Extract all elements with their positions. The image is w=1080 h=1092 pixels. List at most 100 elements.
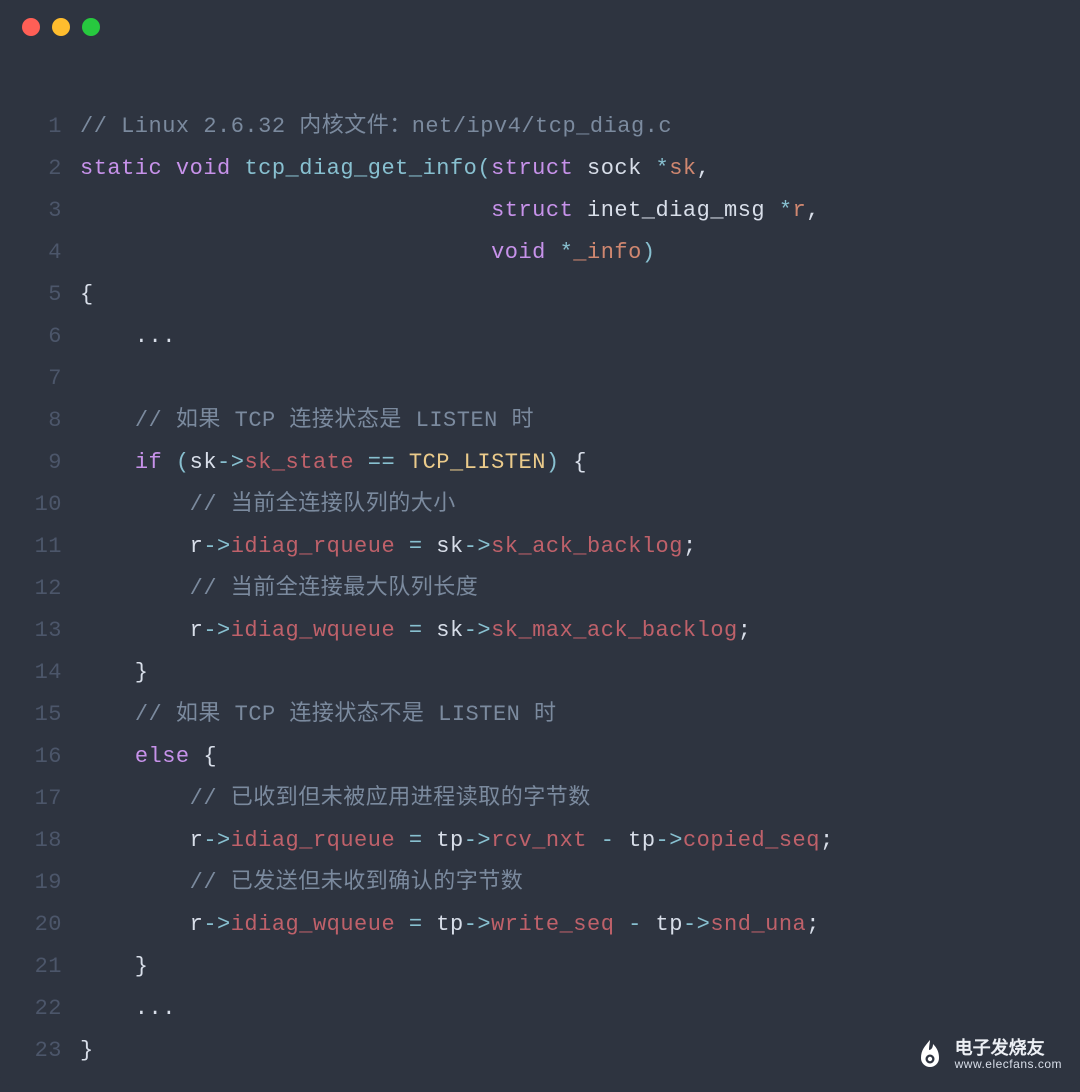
token: rcv_nxt xyxy=(491,828,587,853)
code-content: r->idiag_rqueue = tp->rcv_nxt - tp->copi… xyxy=(80,820,1060,862)
code-line: 9 if (sk->sk_state == TCP_LISTEN) { xyxy=(20,442,1060,484)
line-number: 11 xyxy=(20,526,62,568)
token: r xyxy=(190,618,204,643)
token: TCP_LISTEN xyxy=(409,450,546,475)
code-line: 13 r->idiag_wqueue = sk->sk_max_ack_back… xyxy=(20,610,1060,652)
token: ... xyxy=(80,996,176,1021)
token: -> xyxy=(464,534,491,559)
token xyxy=(80,576,190,601)
line-number: 10 xyxy=(20,484,62,526)
token: idiag_wqueue xyxy=(231,618,395,643)
code-content: } xyxy=(80,652,1060,694)
code-line: 23} xyxy=(20,1030,1060,1072)
token: tp xyxy=(436,912,463,937)
token: , xyxy=(806,198,820,223)
token: -> xyxy=(656,828,683,853)
token: * xyxy=(779,198,793,223)
line-number: 22 xyxy=(20,988,62,1030)
token: * xyxy=(656,156,670,181)
code-line: 5{ xyxy=(20,274,1060,316)
token: void xyxy=(176,156,231,181)
code-window: 1// Linux 2.6.32 内核文件：net/ipv4/tcp_diag.… xyxy=(0,0,1080,1086)
line-number: 9 xyxy=(20,442,62,484)
token: struct xyxy=(491,198,573,223)
line-number: 5 xyxy=(20,274,62,316)
token: inet_diag_msg xyxy=(587,198,765,223)
code-content: if (sk->sk_state == TCP_LISTEN) { xyxy=(80,442,1060,484)
token xyxy=(80,408,135,433)
token: ( xyxy=(176,450,190,475)
line-number: 16 xyxy=(20,736,62,778)
token: tcp_diag_get_info xyxy=(244,156,477,181)
code-content: ... xyxy=(80,988,1060,1030)
token: tp xyxy=(436,828,463,853)
window-titlebar xyxy=(0,0,1080,46)
line-number: 18 xyxy=(20,820,62,862)
token: _info xyxy=(573,240,642,265)
token: // 如果 TCP 连接状态不是 LISTEN 时 xyxy=(135,702,557,727)
code-content: // 如果 TCP 连接状态是 LISTEN 时 xyxy=(80,400,1060,442)
token: if xyxy=(135,450,162,475)
token xyxy=(80,240,491,265)
code-line: 10 // 当前全连接队列的大小 xyxy=(20,484,1060,526)
watermark-text: 电子发烧友 www.elecfans.com xyxy=(955,1039,1062,1072)
line-number: 8 xyxy=(20,400,62,442)
token xyxy=(765,198,779,223)
token: ; xyxy=(820,828,834,853)
line-number: 23 xyxy=(20,1030,62,1072)
code-line: 21 } xyxy=(20,946,1060,988)
token: idiag_rqueue xyxy=(231,534,395,559)
token: { xyxy=(560,450,587,475)
code-line: 14 } xyxy=(20,652,1060,694)
line-number: 6 xyxy=(20,316,62,358)
line-number: 19 xyxy=(20,862,62,904)
token: = xyxy=(395,912,436,937)
code-line: 12 // 当前全连接最大队列长度 xyxy=(20,568,1060,610)
code-line: 7 xyxy=(20,358,1060,400)
minimize-dot-icon[interactable] xyxy=(52,18,70,36)
watermark-url: www.elecfans.com xyxy=(955,1058,1062,1071)
token: sk xyxy=(190,450,217,475)
flame-logo-icon xyxy=(915,1038,945,1072)
code-line: 16 else { xyxy=(20,736,1060,778)
line-number: 21 xyxy=(20,946,62,988)
line-number: 17 xyxy=(20,778,62,820)
token: sk_ack_backlog xyxy=(491,534,683,559)
code-content: // 如果 TCP 连接状态不是 LISTEN 时 xyxy=(80,694,1060,736)
token: // 已发送但未收到确认的字节数 xyxy=(190,870,524,895)
token xyxy=(80,618,190,643)
token: snd_una xyxy=(710,912,806,937)
token: - xyxy=(587,828,628,853)
token: void xyxy=(491,240,546,265)
token xyxy=(80,450,135,475)
token: -> xyxy=(203,828,230,853)
token: tp xyxy=(628,828,655,853)
token: ( xyxy=(477,156,491,181)
token: tp xyxy=(656,912,683,937)
token: // 当前全连接队列的大小 xyxy=(190,492,456,517)
code-content: r->idiag_wqueue = sk->sk_max_ack_backlog… xyxy=(80,610,1060,652)
token: r xyxy=(190,912,204,937)
token: sk xyxy=(669,156,696,181)
token: sock xyxy=(587,156,642,181)
code-content: // 当前全连接队列的大小 xyxy=(80,484,1060,526)
code-line: 17 // 已收到但未被应用进程读取的字节数 xyxy=(20,778,1060,820)
token: -> xyxy=(203,618,230,643)
maximize-dot-icon[interactable] xyxy=(82,18,100,36)
close-dot-icon[interactable] xyxy=(22,18,40,36)
token xyxy=(80,744,135,769)
token: sk_state xyxy=(244,450,354,475)
token xyxy=(546,240,560,265)
token xyxy=(642,156,656,181)
token: -> xyxy=(217,450,244,475)
line-number: 12 xyxy=(20,568,62,610)
token xyxy=(162,156,176,181)
token xyxy=(231,156,245,181)
token xyxy=(80,870,190,895)
code-line: 4 void *_info) xyxy=(20,232,1060,274)
code-content: r->idiag_rqueue = sk->sk_ack_backlog; xyxy=(80,526,1060,568)
token: -> xyxy=(203,912,230,937)
token: * xyxy=(560,240,574,265)
token: == xyxy=(354,450,409,475)
watermark-title: 电子发烧友 xyxy=(955,1039,1062,1059)
